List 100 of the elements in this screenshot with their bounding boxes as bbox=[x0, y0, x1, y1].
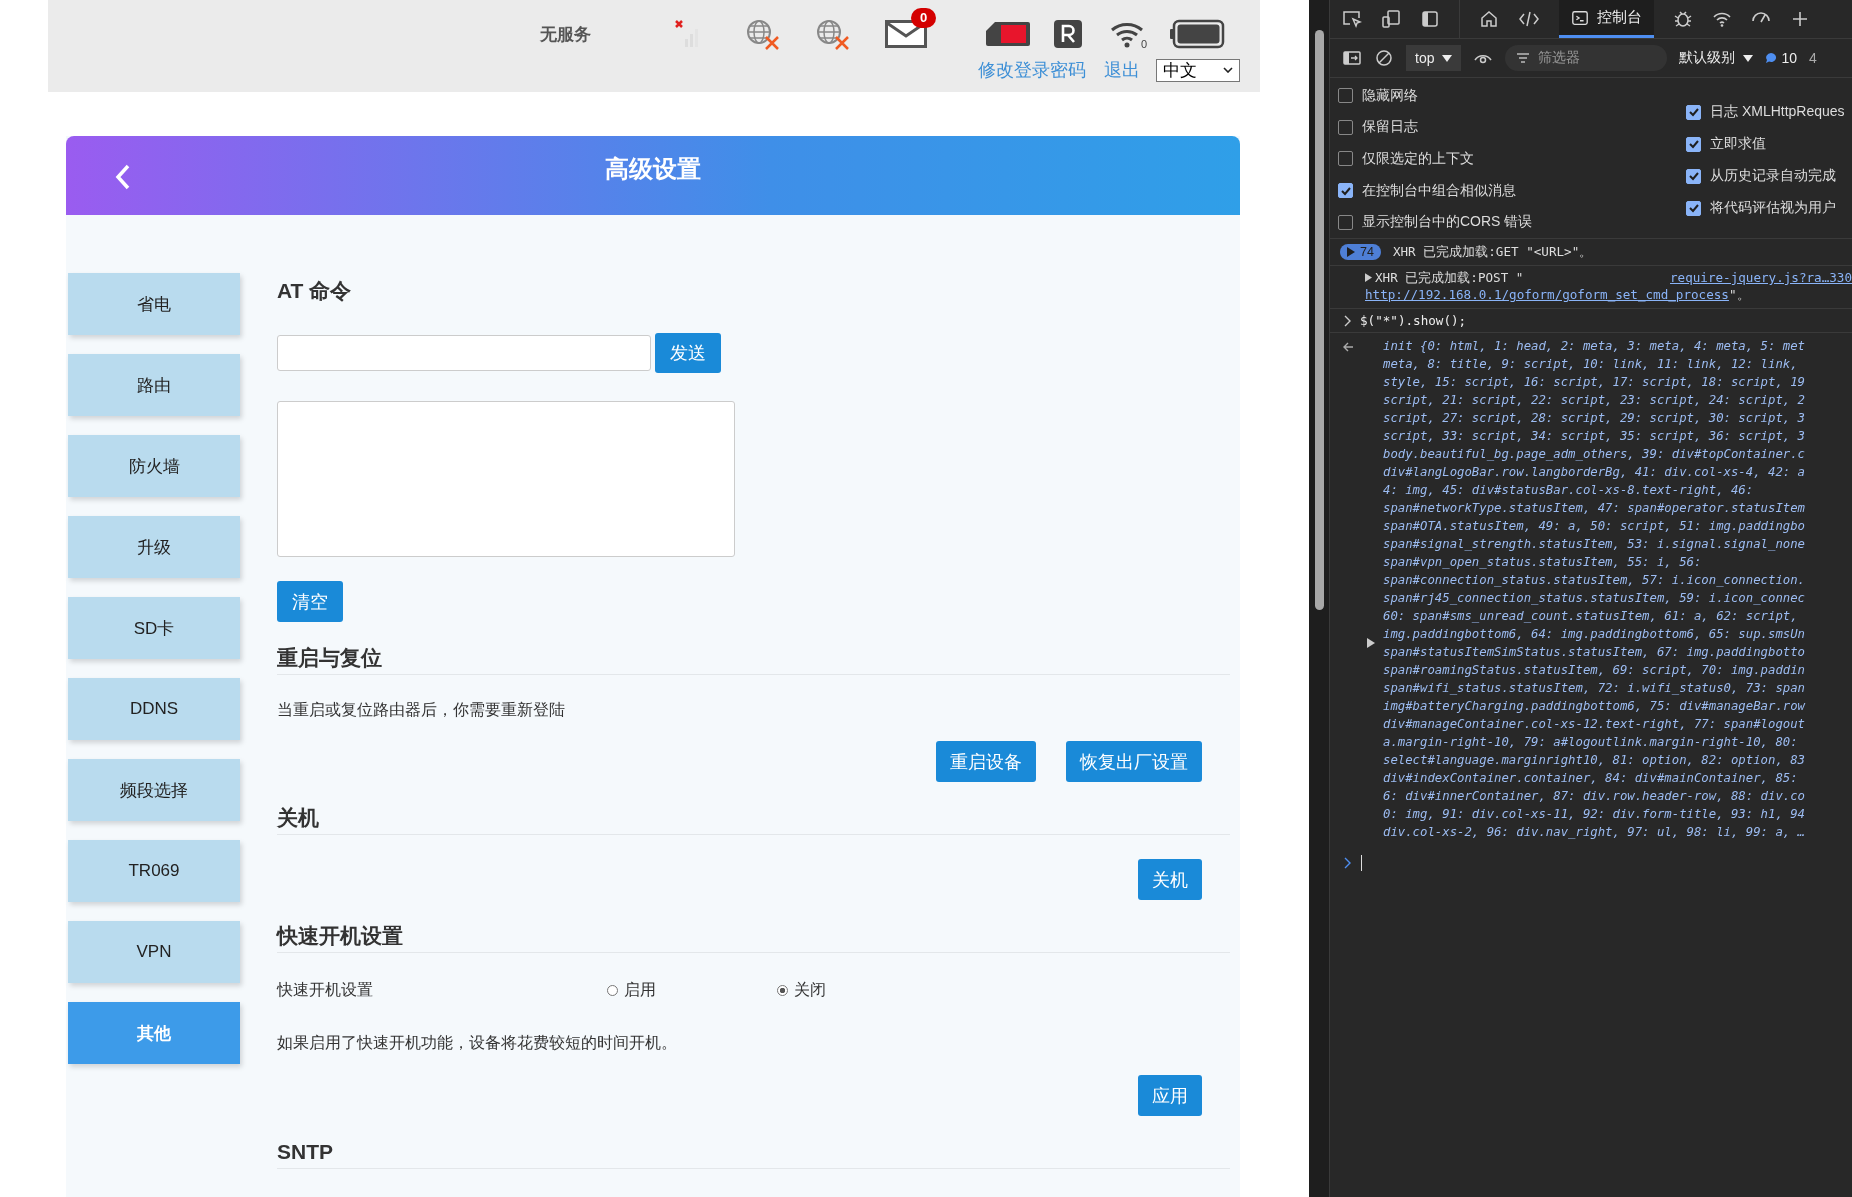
caret-icon bbox=[1743, 54, 1754, 62]
sidebar-item[interactable]: 省电 bbox=[68, 273, 240, 335]
console-output-line: init {0: html, 1: head, 2: meta, 3: meta, 4: meta, 5: met bbox=[1383, 338, 1806, 355]
radio-option[interactable]: 关闭 bbox=[777, 979, 947, 1001]
bug-icon[interactable] bbox=[1673, 9, 1693, 29]
action-button[interactable]: 重启设备 bbox=[936, 741, 1036, 782]
setting-checkbox[interactable]: 从历史记录自动完成 bbox=[1686, 166, 1845, 186]
caret-icon bbox=[1223, 67, 1233, 73]
globe-off-icon bbox=[745, 18, 781, 50]
console-output-line: meta, 8: title, 9: script, 10: link, 11: link, 12: link, bbox=[1383, 356, 1799, 373]
console-output-line: img.paddingbottom6, 64: img.paddingbottom6, 65: sup.smsUn bbox=[1383, 626, 1806, 643]
console-output-line: div#manageContainer.col-xs-12.text-right, 77: span#logout bbox=[1383, 716, 1806, 733]
wifi-client-count: 0 bbox=[1141, 38, 1148, 50]
setting-checkbox[interactable]: 显示控制台中的CORS 错误 bbox=[1338, 212, 1686, 232]
checkbox[interactable] bbox=[1338, 183, 1353, 199]
code-icon[interactable] bbox=[1518, 9, 1540, 29]
send-button[interactable]: 发送 bbox=[655, 333, 721, 373]
sidebar-icon[interactable] bbox=[1420, 9, 1440, 29]
setting-label: 仅限选定的上下文 bbox=[1362, 150, 1474, 168]
message-count[interactable]: 10 bbox=[1765, 50, 1798, 66]
network-status: 无服务 bbox=[540, 23, 591, 46]
checkbox[interactable] bbox=[1686, 104, 1701, 120]
setting-checkbox[interactable]: 仅限选定的上下文 bbox=[1338, 149, 1686, 169]
section-heading: 重启与复位 bbox=[277, 644, 1230, 675]
setting-label: 立即求值 bbox=[1710, 135, 1766, 153]
setting-label: 在控制台中组合相似消息 bbox=[1362, 181, 1516, 200]
sidebar-item[interactable]: DDNS bbox=[68, 678, 240, 740]
setting-label: 将代码评估视为用户 bbox=[1710, 199, 1836, 217]
console-output-line: script, 33: script, 34: script, 35: script, 36: script, 3 bbox=[1383, 428, 1806, 445]
console-output-line: span#networkType.statusItem, 47: span#operator.statusItem bbox=[1383, 500, 1806, 517]
console-output-line: span#OTA.statusItem, 49: a, 50: script, 51: img.paddingbo bbox=[1383, 518, 1806, 535]
plus-icon[interactable] bbox=[1790, 9, 1810, 29]
shutdown-button[interactable]: 关机 bbox=[1138, 859, 1202, 900]
message-count-badge[interactable]: 74 bbox=[1340, 244, 1381, 260]
clear-console-icon[interactable] bbox=[1374, 48, 1394, 68]
language-select[interactable]: 中文 bbox=[1156, 58, 1240, 82]
device-icon[interactable] bbox=[1381, 9, 1401, 29]
checkbox[interactable] bbox=[1338, 151, 1353, 167]
setting-checkbox[interactable]: 日志 XMLHttpReques bbox=[1686, 102, 1845, 122]
prompt-icon bbox=[1344, 857, 1352, 869]
command-field[interactable] bbox=[277, 335, 651, 371]
sidebar-item[interactable]: 升级 bbox=[68, 516, 240, 578]
console-output-line: 60: span#sms_unread_count.statusItem, 61: a, 62: script, bbox=[1383, 608, 1799, 625]
radio-label: 关闭 bbox=[794, 979, 826, 1000]
context-dropdown[interactable]: top bbox=[1406, 45, 1462, 71]
setting-checkbox[interactable]: 保留日志 bbox=[1338, 117, 1686, 138]
url-link[interactable]: http://192.168.0.1/goform/goform_set_cmd_process bbox=[1365, 287, 1729, 302]
radio-option[interactable]: 启用 bbox=[607, 979, 777, 1001]
expand-icon[interactable] bbox=[1367, 638, 1375, 648]
setting-checkbox[interactable]: 在控制台中组合相似消息 bbox=[1338, 180, 1686, 201]
console-output-line: span#statusItemSimStatus.statusItem, 67: img.paddingbotto bbox=[1383, 644, 1806, 661]
battery-icon bbox=[1169, 19, 1226, 49]
console-text: "。 bbox=[1728, 287, 1750, 302]
sidebar-item[interactable]: 防火墙 bbox=[68, 435, 240, 497]
sidebar-item[interactable]: VPN bbox=[68, 921, 240, 983]
unread-badge: 0 bbox=[911, 8, 937, 28]
level-dropdown[interactable]: 默认级别 bbox=[1679, 49, 1754, 67]
checkbox[interactable] bbox=[1338, 88, 1353, 104]
prompt-icon bbox=[1344, 314, 1352, 327]
radio-button[interactable] bbox=[777, 984, 788, 996]
sidebar-item[interactable]: 频段选择 bbox=[68, 759, 240, 821]
console-output-line: span#connection_status.statusItem, 57: i.icon_connection. bbox=[1383, 572, 1806, 589]
console-output-line: body.beautiful_bg.page_adm_others, 39: div#topContainer.c bbox=[1383, 446, 1806, 463]
console-output-line: 4: img, 45: div#statusBar.col-xs-8.text-right, 46: bbox=[1383, 482, 1755, 499]
mail-icon[interactable] bbox=[885, 20, 927, 48]
setting-checkbox[interactable]: 将代码评估视为用户 bbox=[1686, 198, 1845, 218]
home-icon[interactable] bbox=[1479, 9, 1499, 29]
radio-button[interactable] bbox=[607, 984, 618, 996]
checkbox[interactable] bbox=[1686, 168, 1701, 184]
roaming-icon bbox=[1053, 19, 1083, 49]
console-output-line: script, 27: script, 28: script, 29: script, 30: script, 3 bbox=[1383, 410, 1806, 427]
setting-checkbox[interactable]: 隐藏网络 bbox=[1338, 86, 1686, 106]
field-label: 快速开机设置 bbox=[277, 979, 374, 1000]
scrollbar[interactable] bbox=[1314, 30, 1324, 610]
setting-label: 隐藏网络 bbox=[1362, 86, 1418, 105]
setting-label: 从历史记录自动完成 bbox=[1710, 167, 1836, 185]
setting-checkbox[interactable]: 立即求值 bbox=[1686, 134, 1845, 154]
sidebar-item[interactable]: SD卡 bbox=[68, 597, 240, 659]
back-icon[interactable] bbox=[115, 164, 131, 190]
console-tab[interactable]: 控制台 bbox=[1559, 0, 1654, 38]
source-link[interactable]: require-jquery.js?ra…330 bbox=[1670, 270, 1852, 287]
text-cursor bbox=[1361, 855, 1362, 871]
sidebar-item[interactable]: TR069 bbox=[68, 840, 240, 902]
console-output-line: script, 21: script, 22: script, 23: script, 24: script, 2 bbox=[1383, 392, 1806, 409]
checkbox[interactable] bbox=[1686, 200, 1701, 216]
filter-field[interactable]: 筛选器 bbox=[1505, 45, 1668, 71]
apply-button[interactable]: 应用 bbox=[1138, 1075, 1202, 1116]
expand-icon[interactable] bbox=[1365, 273, 1372, 282]
radio-label: 启用 bbox=[624, 979, 656, 1000]
checkbox[interactable] bbox=[1686, 136, 1701, 152]
sidebar-item[interactable]: 路由 bbox=[68, 354, 240, 416]
checkbox[interactable] bbox=[1338, 119, 1353, 135]
action-button[interactable]: 恢复出厂设置 bbox=[1066, 741, 1202, 782]
clear-button[interactable]: 清空 bbox=[277, 581, 343, 622]
console-output-line: style, 15: script, 16: script, 17: script, 18: script, 19 bbox=[1383, 374, 1806, 391]
inspect-icon[interactable] bbox=[1342, 9, 1362, 29]
section-heading: AT 命令 bbox=[277, 278, 353, 304]
checkbox[interactable] bbox=[1338, 214, 1353, 230]
console-output-line: div#indexContainer.container, 84: div#mainContainer, 85: bbox=[1383, 770, 1799, 787]
sidebar-toggle-icon[interactable] bbox=[1342, 48, 1362, 68]
